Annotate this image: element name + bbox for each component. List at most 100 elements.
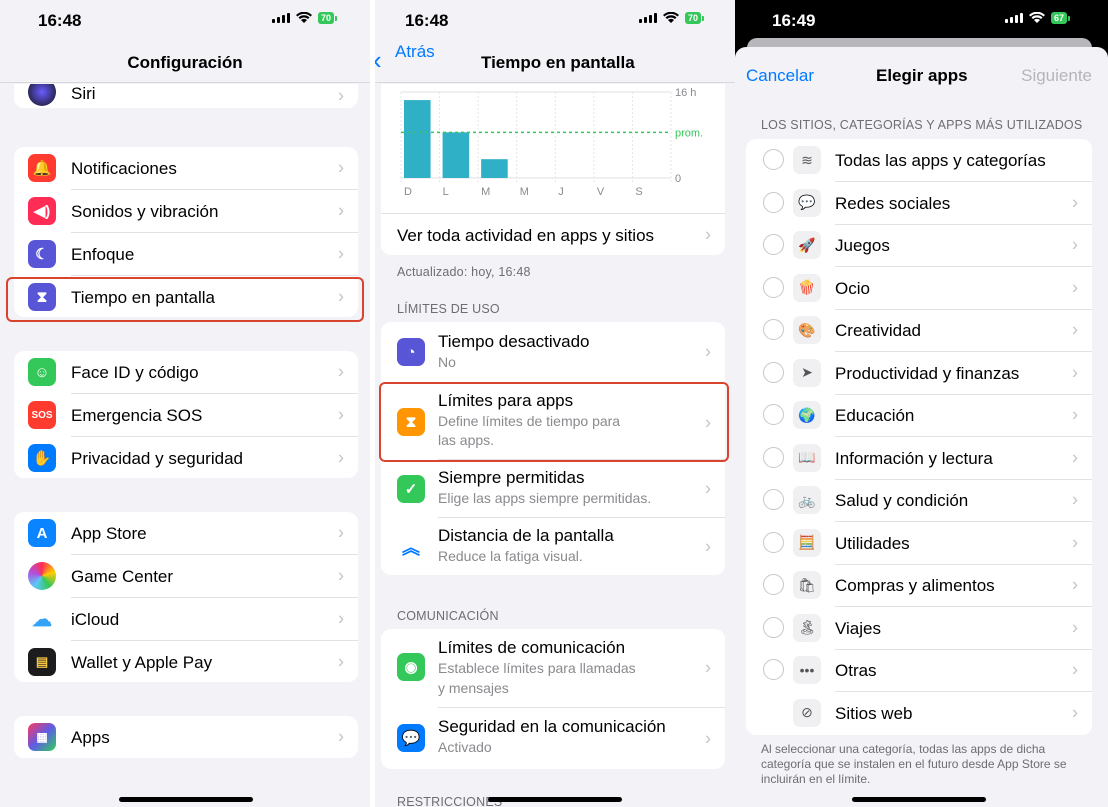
radio-button[interactable] bbox=[763, 149, 784, 170]
chart-x-tick-label: J bbox=[558, 186, 564, 198]
siri-icon bbox=[28, 84, 56, 106]
row-subtitle-2: y mensajes bbox=[438, 680, 509, 696]
chevron-right-icon: › bbox=[1072, 617, 1078, 638]
settings-item-appstore[interactable]: A App Store › bbox=[14, 512, 358, 554]
status-time: 16:49 bbox=[772, 11, 816, 30]
chart-x-tick-label: M bbox=[520, 186, 529, 198]
settings-item-focus[interactable]: ☾ Enfoque › bbox=[14, 233, 358, 275]
category-label: Viajes bbox=[835, 618, 881, 638]
downtime-icon: ◔ bbox=[397, 338, 425, 366]
category-label: Información y lectura bbox=[835, 448, 993, 468]
chevron-left-icon: ‹ bbox=[375, 45, 382, 76]
status-bar: 16:49 67 bbox=[735, 0, 1108, 42]
category-row[interactable]: 📖 Información y lectura › bbox=[746, 437, 1092, 480]
updated-label: Actualizado: hoy, 16:48 bbox=[397, 265, 531, 279]
modal-sheet: Cancelar Elegir apps Siguiente LOS SITIO… bbox=[735, 47, 1108, 807]
category-row[interactable]: 🎨 Creatividad › bbox=[746, 309, 1092, 352]
settings-item-notifications[interactable]: 🔔 Notificaciones › bbox=[14, 147, 358, 189]
row-subtitle: Activado bbox=[438, 739, 492, 755]
radio-button[interactable] bbox=[763, 361, 784, 383]
section-header-restrictions: RESTRICCIONES bbox=[397, 795, 503, 807]
hand-icon: ✋ bbox=[28, 444, 56, 472]
radio-button[interactable] bbox=[763, 489, 784, 510]
chevron-right-icon: › bbox=[338, 565, 344, 586]
category-row[interactable]: 🌍 Educación › bbox=[746, 394, 1092, 437]
category-row[interactable]: 🍿 Ocio › bbox=[746, 267, 1092, 310]
radio-button[interactable] bbox=[763, 191, 784, 213]
apps-grid-icon: ▦ bbox=[28, 723, 56, 751]
cellular-icon bbox=[272, 13, 290, 23]
status-icons: 70 bbox=[639, 12, 705, 24]
radio-button[interactable] bbox=[763, 404, 784, 425]
nav-divider bbox=[375, 82, 737, 83]
chart-bar bbox=[481, 159, 508, 178]
settings-item-siri[interactable]: Siri › bbox=[14, 84, 358, 108]
battery-icon: 70 bbox=[318, 12, 338, 24]
chart-x-tick-label: D bbox=[404, 186, 412, 198]
section-header-communication: COMUNICACIÓN bbox=[397, 609, 499, 623]
settings-item-icloud[interactable]: ☁ iCloud › bbox=[14, 598, 358, 640]
category-row[interactable]: 🏝 Viajes › bbox=[746, 607, 1092, 650]
radio-button[interactable] bbox=[763, 319, 784, 340]
chart-bar bbox=[404, 100, 431, 178]
category-row[interactable]: 💬 Redes sociales › bbox=[746, 182, 1092, 225]
shopping-bag-icon: 🛍 bbox=[793, 571, 821, 599]
always-allowed-row[interactable]: ✓ Siempre permitidas Elige las apps siem… bbox=[381, 460, 725, 518]
view-all-activity-row[interactable]: Ver toda actividad en apps y sitios › bbox=[381, 214, 725, 255]
ellipsis-icon: ••• bbox=[793, 656, 821, 684]
chevron-right-icon: › bbox=[338, 522, 344, 543]
screen-distance-row[interactable]: ︽ Distancia de la pantalla Reduce la fat… bbox=[381, 518, 725, 575]
status-bar: 16:48 70 bbox=[375, 0, 737, 42]
radio-button[interactable] bbox=[763, 234, 784, 255]
settings-item-apps[interactable]: ▦ Apps › bbox=[14, 716, 358, 758]
settings-item-label: Game Center bbox=[71, 567, 174, 586]
chart-bar bbox=[442, 132, 470, 178]
bicycle-icon: 🚲 bbox=[793, 486, 821, 514]
wifi-icon bbox=[1029, 12, 1045, 23]
view-all-label: Ver toda actividad en apps y sitios bbox=[397, 226, 655, 245]
communication-safety-row[interactable]: 💬 Seguridad en la comunicación Activado … bbox=[381, 708, 725, 769]
chevron-right-icon: › bbox=[705, 341, 711, 362]
settings-item-wallet[interactable]: ▤ Wallet y Apple Pay › bbox=[14, 641, 358, 682]
settings-item-sos[interactable]: SOS Emergencia SOS › bbox=[14, 394, 358, 436]
category-row[interactable]: 🚲 Salud y condición › bbox=[746, 479, 1092, 522]
chevron-right-icon: › bbox=[338, 157, 344, 178]
rocket-icon: 🚀 bbox=[793, 231, 821, 259]
category-label: Otras bbox=[835, 661, 877, 680]
siri-card: Siri › bbox=[14, 84, 358, 108]
category-row[interactable]: 🧮 Utilidades › bbox=[746, 522, 1092, 565]
globe-icon: 🌍 bbox=[793, 401, 821, 429]
home-indicator bbox=[852, 797, 986, 802]
settings-item-privacy[interactable]: ✋ Privacidad y seguridad › bbox=[14, 437, 358, 478]
category-label: Educación bbox=[835, 406, 915, 425]
settings-item-faceid[interactable]: ☺ Face ID y código › bbox=[14, 351, 358, 393]
chevron-right-icon: › bbox=[1072, 447, 1078, 468]
cancel-button[interactable]: Cancelar bbox=[746, 66, 814, 86]
category-row[interactable]: ••• Otras › bbox=[746, 649, 1092, 692]
home-indicator bbox=[488, 797, 622, 802]
chevron-right-icon: › bbox=[1072, 234, 1078, 255]
settings-item-label: iCloud bbox=[71, 610, 120, 629]
radio-button[interactable] bbox=[763, 574, 784, 595]
checkmark-badge-icon: ✓ bbox=[397, 475, 425, 503]
downtime-row[interactable]: ◔ Tiempo desactivado No › bbox=[381, 322, 725, 382]
settings-item-sounds[interactable]: ◀) Sonidos y vibración › bbox=[14, 190, 358, 232]
category-row[interactable]: 🚀 Juegos › bbox=[746, 224, 1092, 267]
radio-button[interactable] bbox=[763, 276, 784, 298]
next-button[interactable]: Siguiente bbox=[1021, 66, 1092, 86]
radio-button[interactable] bbox=[763, 616, 784, 638]
radio-button[interactable] bbox=[763, 531, 784, 553]
radio-button[interactable] bbox=[763, 446, 784, 468]
settings-item-label: Sonidos y vibración bbox=[71, 202, 219, 221]
settings-item-gamecenter[interactable]: Game Center › bbox=[14, 555, 358, 597]
radio-button[interactable] bbox=[763, 659, 784, 680]
category-row[interactable]: 🛍 Compras y alimentos › bbox=[746, 564, 1092, 607]
category-row[interactable]: ⊘ Sitios web › bbox=[746, 692, 1092, 735]
chevron-right-icon: › bbox=[1072, 659, 1078, 680]
usage-chart-card: 16 h prom. 0 D L M M J V S Ver toda actividad en … bbox=[381, 84, 725, 255]
communication-limits-row[interactable]: ◉ Límites de comunicación Establece lími… bbox=[381, 629, 725, 707]
category-row[interactable]: ➤ Productividad y finanzas › bbox=[746, 352, 1092, 395]
row-subtitle: Elige las apps siempre permitidas. bbox=[438, 490, 652, 506]
category-row[interactable]: ≋ Todas las apps y categorías bbox=[746, 139, 1092, 182]
chevron-right-icon: › bbox=[338, 85, 344, 106]
